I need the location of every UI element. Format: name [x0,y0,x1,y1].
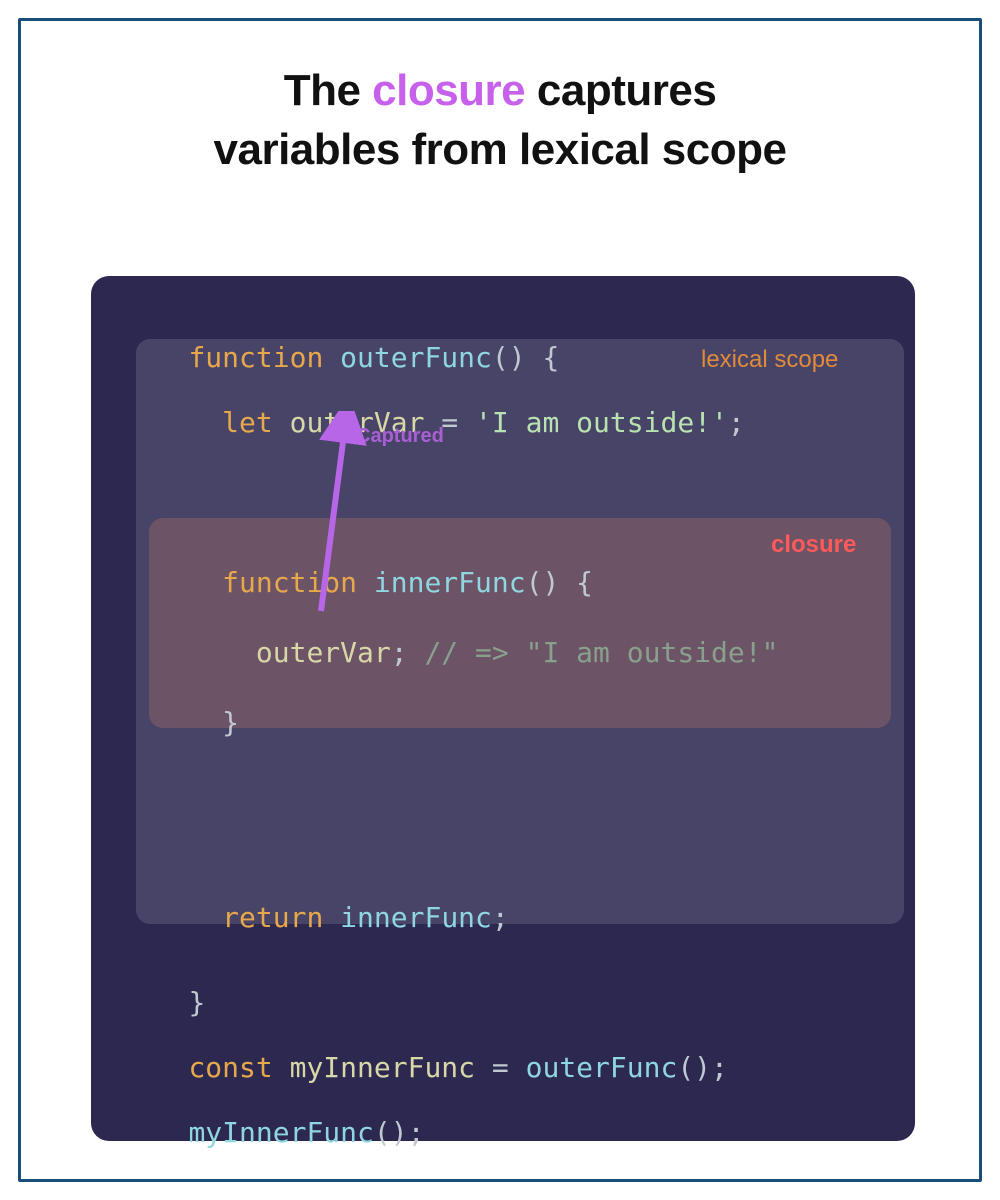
closure-label: closure [771,531,856,559]
title-line2: variables from lexical scope [214,125,787,174]
title-pre: The [284,66,372,115]
code-line-6: return innerFunc; [121,876,509,960]
title-post: captures [525,66,716,115]
title-highlight: closure [372,66,525,115]
captured-annotation: Captured [356,425,444,448]
code-line-5: } [121,681,239,765]
diagram-title: The closure captures variables from lexi… [21,61,979,180]
diagram-frame: The closure captures variables from lexi… [18,18,982,1182]
lexical-scope-label: lexical scope [701,346,838,374]
code-line-9: myInnerFunc(); [121,1091,424,1175]
code-line-2: let outerVar = 'I am outside!'; [121,381,745,465]
